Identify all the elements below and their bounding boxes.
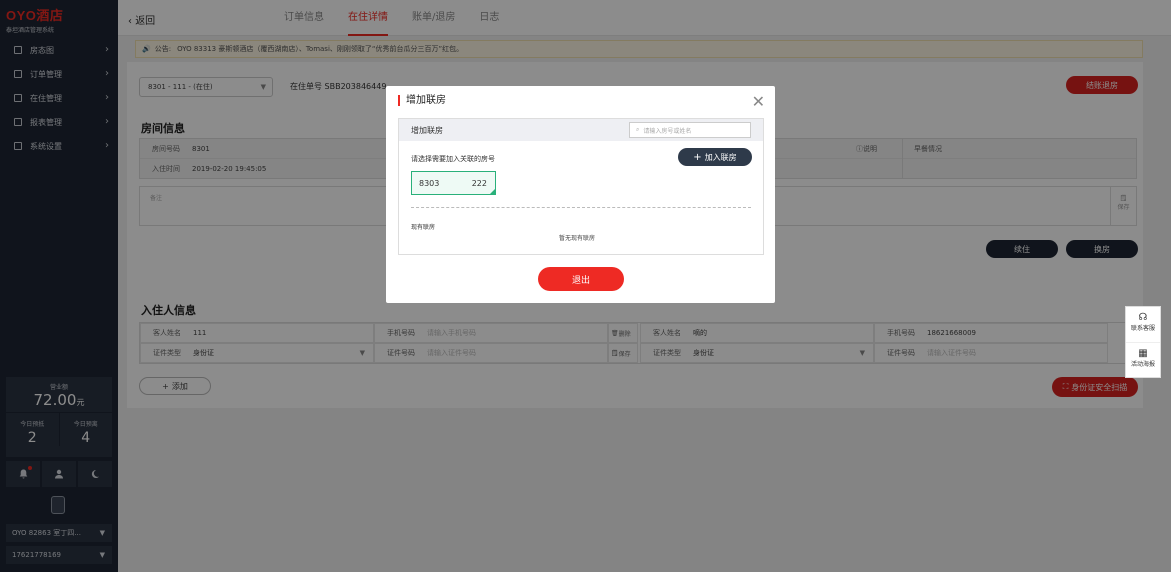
panel-header: 增加联房 ⌕ 请输入房号或姓名 — [399, 119, 763, 141]
close-icon[interactable]: ✕ — [752, 92, 765, 111]
chip-room-number: 8303 — [419, 178, 440, 188]
contact-service-button[interactable]: ☊ 联系客服 — [1126, 307, 1160, 343]
search-placeholder: 请输入房号或姓名 — [643, 127, 692, 135]
selected-corner-icon — [490, 189, 495, 194]
join-linked-room-button[interactable]: + 加入联房 — [678, 148, 752, 166]
headset-icon: ☊ — [1138, 312, 1148, 323]
select-room-prompt: 请选择需要加入关联的房号 — [411, 155, 495, 163]
contact-service-label: 联系客服 — [1130, 325, 1155, 332]
modal-title: 增加联房 — [398, 95, 446, 106]
linked-room-panel: 增加联房 ⌕ 请输入房号或姓名 请选择需要加入关联的房号 + 加入联房 8303 … — [398, 118, 764, 255]
activity-poster-button[interactable]: ▦ 活动海报 — [1126, 343, 1160, 379]
plus-icon: + — [693, 151, 702, 163]
exit-button[interactable]: 退出 — [538, 267, 624, 291]
room-chip[interactable]: 8303 222 — [411, 171, 496, 195]
no-linked-rooms-text: 暂无现有联房 — [559, 235, 596, 242]
qrcode-icon: ▦ — [1138, 348, 1148, 359]
panel-title: 增加联房 — [411, 125, 443, 135]
floating-side-panel: ☊ 联系客服 ▦ 活动海报 — [1125, 306, 1161, 378]
divider — [411, 207, 751, 208]
chip-guest-number: 222 — [471, 178, 487, 188]
room-search-input[interactable]: ⌕ 请输入房号或姓名 — [629, 122, 751, 138]
existing-linked-label: 现有联房 — [411, 224, 436, 231]
join-label: 加入联房 — [704, 152, 737, 162]
search-icon: ⌕ — [636, 126, 640, 133]
add-linked-room-modal: 增加联房 ✕ 增加联房 ⌕ 请输入房号或姓名 请选择需要加入关联的房号 + 加入联… — [386, 86, 775, 303]
activity-poster-label: 活动海报 — [1130, 361, 1155, 368]
